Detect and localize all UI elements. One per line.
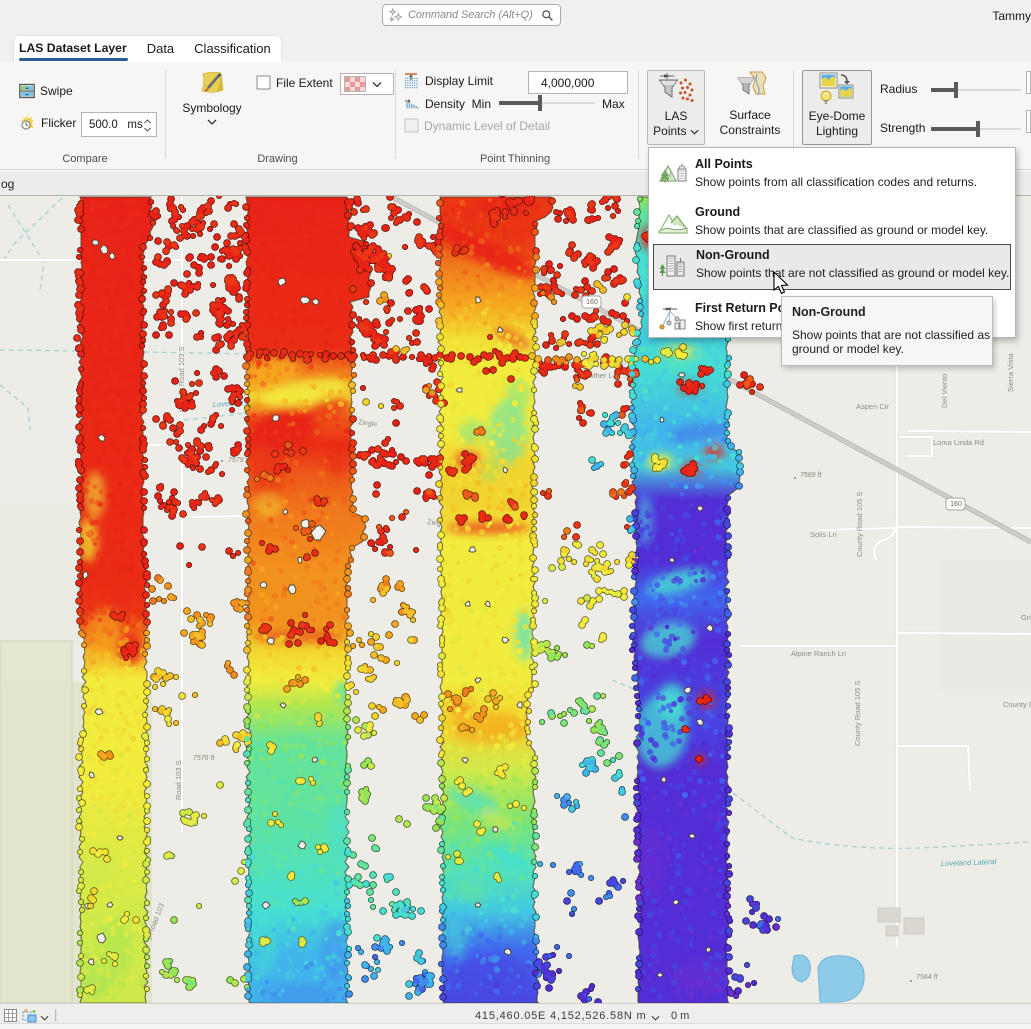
svg-text:County R: County R (1003, 700, 1031, 709)
svg-text:160: 160 (950, 501, 962, 508)
svg-text:Road 103 S: Road 103 S (174, 760, 183, 800)
svg-text:County Road 105 S: County Road 105 S (853, 681, 862, 746)
svg-text:160: 160 (586, 299, 598, 306)
svg-text:Sierra Vista: Sierra Vista (1006, 353, 1015, 392)
svg-text:Aspen Cir: Aspen Cir (856, 402, 889, 411)
svg-text:7576 ft: 7576 ft (193, 755, 215, 762)
svg-text:Loma Linda Rd: Loma Linda Rd (933, 438, 984, 447)
svg-text:Solis Ln: Solis Ln (810, 530, 837, 539)
svg-text:7564 ft: 7564 ft (916, 974, 938, 981)
svg-text:Del Viento: Del Viento (940, 374, 949, 408)
svg-text:Alpine Ranch Ln: Alpine Ranch Ln (791, 649, 846, 658)
svg-text:Grif: Grif (1021, 613, 1031, 622)
svg-text:7569 ft: 7569 ft (800, 472, 822, 479)
svg-text:County Road 105 S: County Road 105 S (855, 492, 864, 557)
